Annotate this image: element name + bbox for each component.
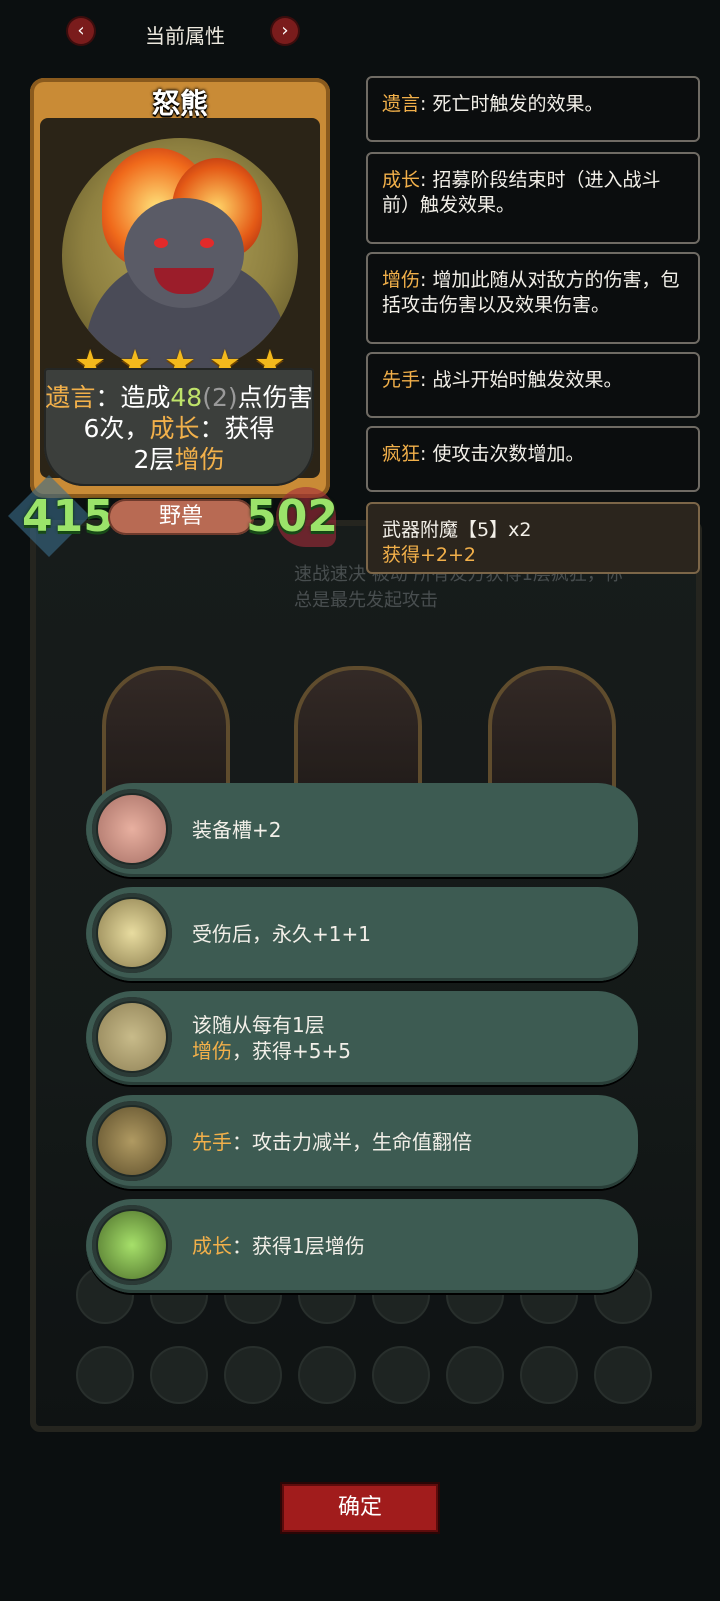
keyword-deathrattle: 遗言 (45, 383, 96, 412)
background-skill-line-2: 总是最先发起攻击 (294, 590, 438, 611)
relic-item[interactable]: 装备槽+2 (86, 783, 638, 877)
relic-item[interactable]: 受伤后，永久+1+1 (86, 887, 638, 981)
armor-icon (92, 1101, 172, 1181)
health-value: 502 (246, 491, 338, 542)
relic-text: 该随从每有1层 增伤，获得+5+5 (192, 991, 351, 1085)
relic-text: 装备槽+2 (192, 783, 281, 877)
card-name: 怒熊 (151, 87, 208, 120)
relic-desc: 受伤后，永久+1+1 (192, 922, 371, 946)
relic-text: 成长：获得1层增伤 (192, 1199, 365, 1293)
bear-portrait (62, 138, 298, 374)
relic-item[interactable]: 成长：获得1层增伤 (86, 1199, 638, 1293)
tooltip-desc: : 使攻击次数增加。 (420, 443, 585, 465)
board-icon-row (76, 1346, 656, 1406)
damage-bonus: (2) (202, 383, 238, 412)
relic-desc: 该随从每有1层 (192, 1013, 325, 1037)
ability-text: ：获得 (199, 414, 275, 443)
bear-eye (154, 238, 168, 248)
chevron-left-icon[interactable]: ‹ (68, 18, 94, 44)
attack-value: 415 (22, 491, 114, 542)
tooltip-first-strike: 先手: 战斗开始时触发效果。 (366, 352, 700, 418)
tooltip-keyword: 先手 (382, 369, 421, 391)
unit-card: 怒熊 ★ ★ ★ ★ ★ 遗言：造成48(2)点伤害6次，成长：获得 2层增伤 … (7, 78, 338, 558)
tribe-badge: 野兽 (108, 499, 254, 535)
ability-text: 2层 (133, 445, 175, 474)
tooltip-desc: : 招募阶段结束时（进入战斗前）触发效果。 (382, 169, 661, 216)
tooltip-damage-boost: 增伤: 增加此随从对敌方的伤害，包括攻击伤害以及效果伤害。 (366, 252, 700, 344)
bear-head (124, 198, 244, 308)
ability-text: ：造成 (95, 383, 171, 412)
confirm-button[interactable]: 确定 (282, 1484, 438, 1532)
tooltip-weapon-enchant: 武器附魔【5】x2 获得+2+2 (366, 502, 700, 574)
candelabra-icon (92, 893, 172, 973)
enchant-desc: 获得+2+2 (382, 544, 477, 566)
tooltip-frenzy: 疯狂: 使攻击次数增加。 (366, 426, 700, 492)
damage-value: 48 (170, 383, 203, 412)
tooltip-desc: : 死亡时触发的效果。 (420, 93, 604, 115)
card-ability-text: 遗言：造成48(2)点伤害6次，成长：获得 2层增伤 (44, 368, 314, 486)
relic-desc: 装备槽+2 (192, 818, 282, 842)
tooltip-keyword: 疯狂 (382, 443, 421, 465)
pig-icon (92, 789, 172, 869)
tooltip-keyword: 遗言 (382, 93, 421, 115)
relic-desc: ：攻击力减半，生命值翻倍 (232, 1130, 472, 1154)
relic-desc: ，获得+5+5 (232, 1039, 351, 1063)
relic-item[interactable]: 该随从每有1层 增伤，获得+5+5 (86, 991, 638, 1085)
keyword-growth: 成长 (149, 414, 200, 443)
relic-text: 受伤后，永久+1+1 (192, 887, 371, 981)
tooltip-growth: 成长: 招募阶段结束时（进入战斗前）触发效果。 (366, 152, 700, 244)
tooltip-deathrattle: 遗言: 死亡时触发的效果。 (366, 76, 700, 142)
enchant-title: 武器附魔【5】x2 (382, 519, 532, 541)
relic-keyword: 增伤 (192, 1039, 232, 1063)
tooltip-desc: : 增加此随从对敌方的伤害，包括攻击伤害以及效果伤害。 (382, 269, 680, 316)
card-stats: 415 野兽 502 (7, 474, 338, 558)
bat-icon (92, 997, 172, 1077)
tooltip-keyword: 成长 (382, 169, 421, 191)
keyword-damage-boost: 增伤 (174, 445, 225, 474)
bear-eye (200, 238, 214, 248)
tooltip-desc: : 战斗开始时触发效果。 (420, 369, 623, 391)
relic-text: 先手：攻击力减半，生命值翻倍 (192, 1095, 472, 1189)
page-title: 当前属性 (145, 24, 225, 48)
tooltip-keyword: 增伤 (382, 269, 421, 291)
bear-mouth (154, 268, 214, 294)
chevron-right-icon[interactable]: › (272, 18, 298, 44)
crystal-icon (92, 1205, 172, 1285)
relic-desc: ：获得1层增伤 (232, 1234, 365, 1258)
relic-keyword: 成长 (192, 1234, 232, 1258)
relic-keyword: 先手 (192, 1130, 232, 1154)
header: ‹ 当前属性 › (0, 12, 360, 56)
relic-item[interactable]: 先手：攻击力减半，生命值翻倍 (86, 1095, 638, 1189)
